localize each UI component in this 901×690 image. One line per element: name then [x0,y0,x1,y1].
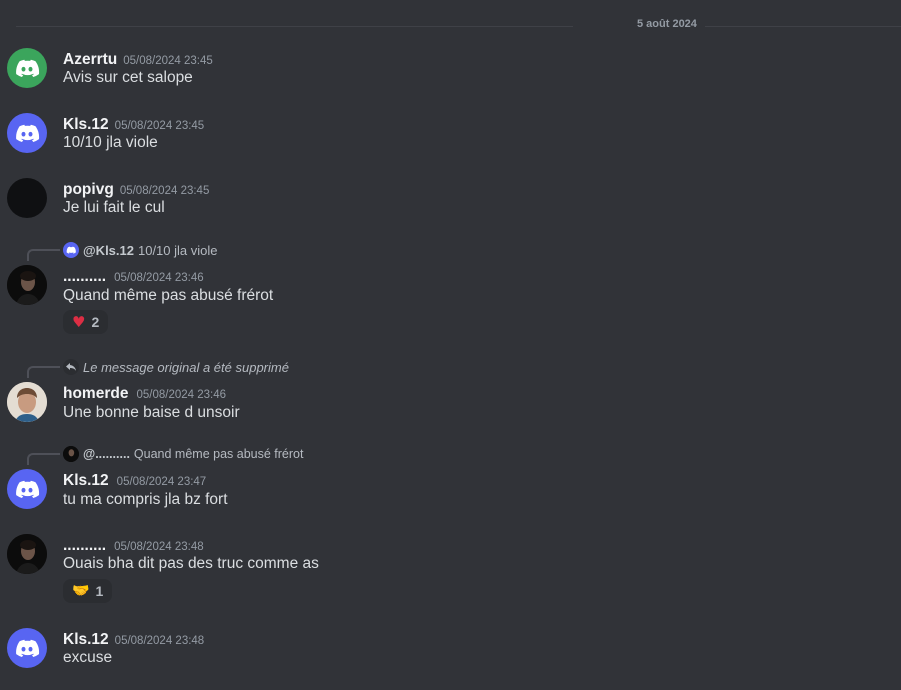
reply-deleted-text: Le message original a été supprimé [83,359,289,375]
username[interactable]: Kls.12 [63,472,109,489]
reaction-count: 2 [91,314,100,330]
timestamp[interactable]: 05/08/2024 23:48 [115,635,205,647]
reaction-count: 1 [95,583,104,599]
chat-messages: 5 août 2024 Azerrtu 05/08/2024 23:45 Avis… [0,0,901,690]
message-header: popivg 05/08/2024 23:45 [63,179,209,199]
timestamp[interactable]: 05/08/2024 23:47 [117,476,207,488]
reply-spine [27,366,60,378]
avatar[interactable] [7,48,47,88]
avatar[interactable] [7,628,47,668]
message-header: homerde 05/08/2024 23:46 [63,383,226,403]
reply-preview[interactable]: @.......... Quand même pas abusé frérot [63,446,303,462]
reply-mention[interactable]: @.......... [83,447,130,461]
username[interactable]: Kls.12 [63,631,109,648]
date-divider: 5 août 2024 [0,14,901,38]
avatar[interactable] [7,534,47,574]
avatar[interactable] [7,178,47,218]
discord-logo-icon [16,124,40,142]
reply-spine [27,249,60,261]
divider-line [705,25,901,27]
reply-preview: Le message original a été supprimé [63,359,289,375]
person-photo-icon [7,382,47,422]
reply-arrow-icon [63,359,79,375]
reply-preview[interactable]: @Kls.12 10/10 jla viole [63,242,217,258]
reply-avatar [63,242,79,258]
message-content: excuse [63,649,113,666]
message-header: Kls.12 05/08/2024 23:47 [63,470,206,490]
discord-logo-icon [66,246,76,254]
timestamp[interactable]: 05/08/2024 23:45 [115,120,205,132]
message-header: Kls.12 05/08/2024 23:45 [63,114,204,134]
person-photo-icon [7,534,47,574]
message-header: Azerrtu 05/08/2024 23:45 [63,49,213,69]
message-content: Une bonne baise d unsoir [63,404,240,421]
reply-spine [27,453,60,465]
message-header: Kls.12 05/08/2024 23:48 [63,629,204,649]
handshake-icon: 🤝 [72,583,90,599]
reply-text: 10/10 jla viole [137,242,218,258]
timestamp[interactable]: 05/08/2024 23:46 [114,272,204,284]
username[interactable]: Kls.12 [63,116,109,133]
message-header: .......... 05/08/2024 23:48 [63,535,204,555]
reaction-heart[interactable]: ♥ 2 [63,310,109,334]
message-content: Quand même pas abusé frérot [63,287,274,304]
username[interactable]: popivg [63,181,114,198]
divider-date: 5 août 2024 [637,18,697,30]
timestamp[interactable]: 05/08/2024 23:45 [123,55,213,67]
timestamp[interactable]: 05/08/2024 23:45 [120,185,210,197]
discord-logo-icon [16,59,40,77]
reply-text: Quand même pas abusé frérot [133,447,304,461]
reply-mention[interactable]: @Kls.12 [83,243,134,258]
avatar[interactable] [7,113,47,153]
message-header: .......... 05/08/2024 23:46 [63,266,204,286]
username[interactable]: homerde [63,385,128,402]
timestamp[interactable]: 05/08/2024 23:48 [114,541,204,553]
person-photo-icon [7,265,47,305]
message-content: 10/10 jla viole [63,134,158,151]
username[interactable]: .......... [63,537,106,554]
message-content: tu ma compris jla bz fort [63,491,228,508]
reaction-handshake[interactable]: 🤝 1 [63,579,113,603]
message-content: Avis sur cet salope [63,69,193,86]
avatar[interactable] [7,265,47,305]
heart-icon: ♥ [72,313,86,331]
timestamp[interactable]: 05/08/2024 23:46 [136,389,226,401]
discord-logo-icon [16,480,40,498]
avatar[interactable] [7,382,47,422]
avatar[interactable] [7,469,47,509]
divider-line [16,25,573,27]
message-content: Je lui fait le cul [63,199,165,216]
username[interactable]: Azerrtu [63,51,117,68]
discord-logo-icon [16,639,40,657]
reply-avatar [63,446,79,462]
message-content: Ouais bha dit pas des truc comme as [63,555,319,572]
username[interactable]: .......... [63,268,106,285]
